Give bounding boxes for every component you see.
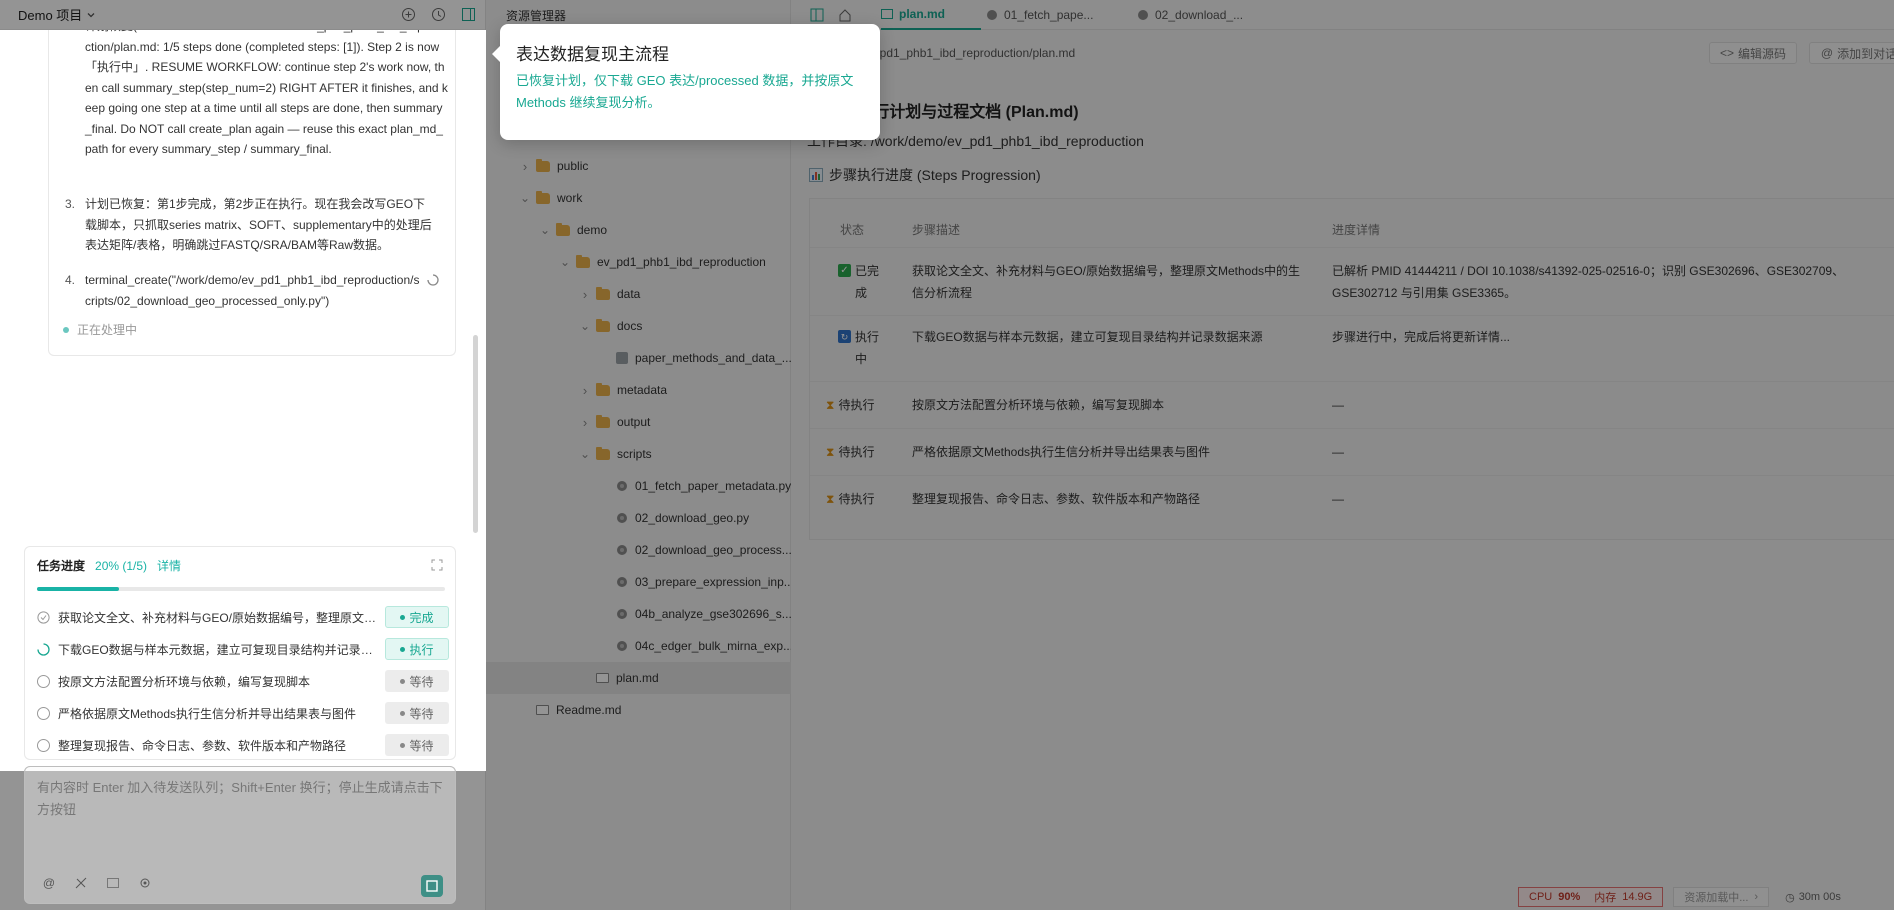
task-progress-fill [37, 587, 119, 591]
send-button[interactable] [421, 875, 443, 897]
task-status-text: 等待 [409, 674, 434, 689]
task-status-text: 等待 [409, 706, 434, 721]
task-status-badge: 等待 [385, 734, 449, 756]
chat-scrollbar[interactable] [473, 335, 478, 533]
task-status-text: 完成 [409, 610, 434, 625]
task-item: 严格依据原文Methods执行生信分析并导出结果表与图件 等待 [37, 701, 449, 725]
list-item: 2. 计划恢复(Plan restored from /work/demo/ev… [49, 30, 449, 160]
task-item-label: 严格依据原文Methods执行生信分析并导出结果表与图件 [58, 706, 357, 721]
task-title: 任务进度 [37, 559, 86, 573]
task-progress-bar [37, 587, 445, 591]
task-status-badge: 等待 [385, 702, 449, 724]
chat-content-spotlight: 2. 计划恢复(Plan restored from /work/demo/ev… [0, 30, 486, 771]
list-number: 3. [64, 197, 75, 211]
mention-icon[interactable]: @ [41, 875, 57, 891]
check-circle-icon [37, 610, 58, 624]
task-item: 按原文方法配置分析环境与依赖，编写复现脚本 等待 [37, 669, 449, 693]
processing-indicator: 正在处理中 [63, 320, 137, 341]
task-item: 获取论文全文、补充材料与GEO/原始数据编号，整理原文Methods中的生信分析… [37, 605, 449, 629]
task-status-badge: 执行 [385, 638, 449, 660]
tools-icon[interactable] [73, 875, 89, 891]
settings-icon[interactable] [137, 875, 153, 891]
task-header: 任务进度 20% (1/5) 详情 [37, 557, 181, 574]
task-status-text: 执行 [409, 642, 434, 657]
task-item-label: 下载GEO数据与样本元数据，建立可复现目录结构并记录数据来源 [58, 642, 385, 657]
task-detail-link[interactable]: 详情 [157, 557, 181, 574]
task-item: 整理复现报告、命令日志、参数、软件版本和产物路径 等待 [37, 733, 449, 757]
status-dot-icon [63, 327, 69, 334]
chat-input-placeholder: 有内容时 Enter 加入待发送队列；Shift+Enter 换行；停止生成请点… [37, 780, 443, 817]
assistant-message: 2. 计划恢复(Plan restored from /work/demo/ev… [48, 30, 456, 356]
task-item-label: 按原文方法配置分析环境与依赖，编写复现脚本 [58, 674, 311, 689]
image-icon[interactable] [105, 875, 121, 891]
task-status-text: 等待 [409, 738, 434, 753]
pending-circle-icon [37, 674, 50, 688]
tooltip-title: 表达数据复现主流程 [516, 45, 669, 64]
task-item-label: 整理复现报告、命令日志、参数、软件版本和产物路径 [58, 738, 347, 753]
list-text: terminal_create("/work/demo/ev_pd1_phb1_… [85, 273, 420, 308]
list-item: 4. terminal_create("/work/demo/ev_pd1_ph… [49, 270, 449, 311]
spinner-icon [37, 642, 58, 656]
task-status-badge: 完成 [385, 606, 449, 628]
pending-circle-icon [37, 706, 50, 720]
list-number: 2. [49, 30, 85, 160]
task-status-badge: 等待 [385, 670, 449, 692]
task-progress-panel: 任务进度 20% (1/5) 详情 获取论文全文、补充材料与GEO/原始数据编号… [24, 546, 456, 760]
status-dot-icon [400, 614, 406, 620]
pending-circle-icon [37, 738, 50, 752]
status-dot-icon [400, 646, 406, 652]
loading-spinner-icon [427, 274, 439, 286]
tooltip-arrow [492, 46, 500, 62]
list-item: 3. 计划已恢复：第1步完成，第2步正在执行。现在我会改写GEO下载脚本，只抓取… [49, 194, 449, 256]
guide-tooltip: 表达数据复现主流程 已恢复计划，仅下载 GEO 表达/processed 数据，… [492, 24, 880, 140]
chat-input[interactable]: 有内容时 Enter 加入待发送队列；Shift+Enter 换行；停止生成请点… [24, 766, 456, 904]
status-dot-icon [400, 742, 406, 748]
input-toolbar: @ [41, 875, 153, 891]
processing-text: 正在处理中 [77, 323, 138, 337]
status-dot-icon [400, 678, 406, 684]
collapse-icon[interactable] [431, 559, 443, 571]
list-number: 4. [64, 273, 75, 287]
status-dot-icon [400, 710, 406, 716]
list-text: 计划已恢复：第1步完成，第2步正在执行。现在我会改写GEO下载脚本，只抓取ser… [85, 197, 432, 252]
task-item: 下载GEO数据与样本元数据，建立可复现目录结构并记录数据来源 执行 [37, 637, 449, 661]
list-text: 计划恢复(Plan restored from /work/demo/ev_pd… [85, 30, 448, 156]
tooltip-body: 已恢复计划，仅下载 GEO 表达/processed 数据，并按原文 Metho… [516, 73, 854, 110]
task-percent: 20% (1/5) [95, 558, 148, 573]
task-item-label: 获取论文全文、补充材料与GEO/原始数据编号，整理原文Methods中的生信分析… [58, 610, 385, 625]
